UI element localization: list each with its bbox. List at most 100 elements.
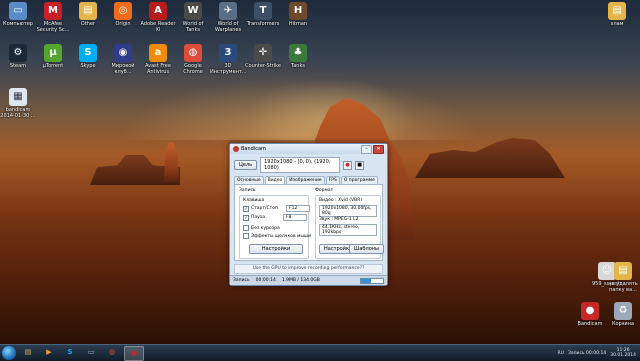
desktop-icon-doc-file[interactable]: ▤ не удалять папку ва... [608,262,638,293]
distant-mesa-right [415,138,565,178]
window-titlebar[interactable]: Bandicam – ✕ [230,144,387,154]
startstop-row: ✓ Старт/Стоп F12 [243,205,310,212]
click-effects-checkbox[interactable] [243,233,249,239]
taskbar-notes-icon[interactable]: ▭ [82,346,100,359]
status-bar: Запись 00:00:14 1.9MB / 134.0GB [230,275,387,285]
bandicam-file-icon: ▦ [9,88,27,106]
startstop-key-field[interactable]: F12 [285,205,310,212]
video-codec-label: Видео : Xvid (VBR) [319,198,363,203]
record-button[interactable]: ● [343,160,353,170]
desktop-icon-computer[interactable]: ▭ Компьютер [0,2,36,27]
desktop-icon-mcafee[interactable]: M McAfee Security Sc... [35,2,71,33]
desktop-icon-label: Steam [9,63,27,69]
shooter-icon: H [289,2,307,20]
desktop-icon-label: World of Tanks [182,21,204,33]
region-field[interactable]: 1920x1080 - (0, 0), (1920, 1080) [260,157,341,173]
gpu-hint-bar[interactable]: Use the GPU to improve recording perform… [234,264,383,274]
desktop-icon-chrome[interactable]: ◍ Google Chrome [175,44,211,75]
target-button[interactable]: Цель [234,160,258,170]
tab-strip: Основные Видео Изображение FPS О программе [230,176,387,184]
desktop-icon-counter-strike[interactable]: ✛ Counter-Strike [245,44,281,69]
taskbar-media-icon[interactable]: ▶ [40,346,58,359]
desktop-icon-recycle-bin[interactable]: ♻ Корзина [608,302,638,327]
recycle-bin-icon: ♻ [614,302,632,320]
taskbar-skype-icon[interactable]: S [61,346,79,359]
desktop-icon-multiplayer[interactable]: ◉ Мировой клуб... [105,44,141,75]
no-cursor-label: Без курсора [251,225,280,231]
doc-file-icon: ▤ [614,262,632,280]
system-tray: RU Запись 00:00:14 11:26 30.01.2014 [558,348,640,358]
taskbar-explorer-icon[interactable]: ▤ [19,346,37,359]
desktop-icon-label: Skype [80,63,96,69]
transformers-icon: T [254,2,272,20]
skype-icon: S [79,44,97,62]
hotkey-label: Клавиша [243,198,265,203]
desktop-icon-wot[interactable]: W World of Tanks [175,2,211,33]
format-section-label: Формат [315,188,334,193]
desktop-icon-shooter[interactable]: H Hitman [280,2,316,27]
desktop: ▭ Компьютер M McAfee Security Sc... ▤ Other ◎ O… [0,0,640,344]
counter-strike-icon: ✛ [254,44,272,62]
click-effects-label: Эффекты щелчков мыши [251,233,312,239]
video-panel: Запись Клавиша ✓ Старт/Стоп F12 ✓ Пауза … [234,184,384,261]
record-settings-button[interactable]: Настройки [249,244,303,254]
status-size: 1.9MB / 134.0GB [281,278,320,283]
desktop-icon-skype[interactable]: S Skype [70,44,106,69]
wot-icon: W [184,2,202,20]
close-button[interactable]: ✕ [373,144,384,154]
record-section-label: Запись [239,188,256,193]
pause-key-field[interactable]: F8 [282,214,307,221]
audio-detail-field: 44.1KHz, stereo, 192kbps [319,224,377,236]
desktop-icon-3d-tools[interactable]: 3 3D Инструмент... [210,44,247,75]
tab-0[interactable]: Основные [234,176,264,184]
desktop-icon-label: Transformers [246,21,280,27]
taskbar-bandicam-icon[interactable]: ● [124,345,144,361]
status-time: 00:00:14 [255,278,276,283]
video-detail-field: 1920x1080, 30.00fps, 80q [319,205,377,217]
desktop-icon-label: хлам [610,21,624,27]
desktop-icon-label: Bandicam [577,321,603,327]
tray-language[interactable]: RU [558,351,564,356]
desktop-icon-label: Other [80,21,96,27]
desktop-icon-folder-top[interactable]: ▤ хлам [602,2,632,27]
desktop-icon-avast[interactable]: a Avast Free Antivirus [140,44,176,75]
desktop-icon-steam[interactable]: ⚙ Steam [0,44,36,69]
desktop-icon-label: Мировой клуб... [111,63,135,75]
mcafee-icon: M [44,2,62,20]
desktop-icon-transformers[interactable]: T Transformers [245,2,281,27]
desktop-icon-label: µTorrent [42,63,64,69]
tab-3[interactable]: FPS [325,176,340,184]
stop-button[interactable]: ■ [355,160,365,170]
desktop-icon-label: McAfee Security Sc... [36,21,70,33]
tab-1[interactable]: Видео [264,176,286,184]
desktop-icon-utorrent[interactable]: µ µTorrent [35,44,71,69]
minimize-button[interactable]: – [361,144,372,154]
tab-2[interactable]: Изображение [286,176,325,184]
taskbar-chrome-icon[interactable]: ◍ [103,346,121,359]
desktop-icon-bandicam-file[interactable]: ▦ bandicam 2014-01-30 ... [0,88,36,119]
recording-progress-fill [361,278,371,283]
pause-row: ✓ Пауза F8 [243,214,307,221]
tab-4[interactable]: О программе [340,176,378,184]
pause-checkbox[interactable]: ✓ [243,214,249,221]
templates-button[interactable]: Шаблоны [349,244,384,254]
desktop-icon-label: Hitman [288,21,308,27]
acrobat-icon: A [149,2,167,20]
clock[interactable]: 11:26 30.01.2014 [610,348,636,358]
desktop-icon-bandicam-app[interactable]: ● Bandicam [575,302,605,327]
desktop-icon-label: Корзина [611,321,635,327]
steam-icon: ⚙ [9,44,27,62]
desktop-icon-other[interactable]: ▤ Other [70,2,106,27]
desktop-icon-wot-warplanes[interactable]: ✈ World of Warplanes [210,2,246,33]
no-cursor-checkbox[interactable] [243,225,249,231]
bandicam-window[interactable]: Bandicam – ✕ Цель 1920x1080 - (0, 0), (1… [229,143,388,286]
desktop-icon-acrobat[interactable]: A Adobe Reader XI [140,2,176,33]
desktop-icon-origin[interactable]: ◎ Origin [105,2,141,27]
start-button[interactable] [2,346,16,360]
startstop-checkbox[interactable]: ✓ [243,205,249,212]
toolbar: Цель 1920x1080 - (0, 0), (1920, 1080) ● … [230,154,387,176]
other-icon: ▤ [79,2,97,20]
computer-icon: ▭ [9,2,27,20]
desktop-icon-leaf-app[interactable]: ♣ Tanks [280,44,316,69]
tray-recording-status[interactable]: Запись 00:00:14 [568,351,606,356]
